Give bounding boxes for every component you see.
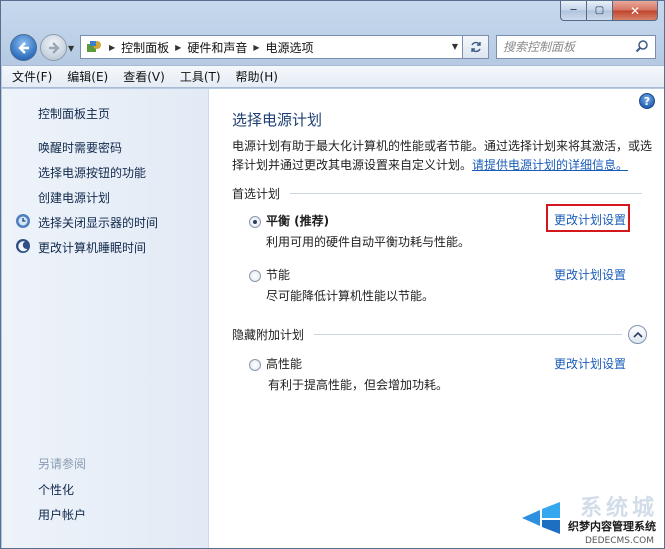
breadcrumb-separator: ▶ [109, 42, 116, 52]
back-button[interactable] [10, 34, 37, 61]
sidebar-home-link[interactable]: 控制面板主页 [38, 105, 110, 122]
refresh-icon [470, 41, 481, 53]
menu-edit[interactable]: 编辑(E) [67, 68, 108, 85]
sidebar-create-plan[interactable]: 创建电源计划 [38, 189, 110, 206]
plan-saver-radio[interactable] [249, 270, 261, 282]
navigation-row: ▼ ▶ 控制面板 ▶ 硬件和声音 ▶ 电源选项 ▼ [1, 31, 664, 63]
collapse-hidden-plans-button[interactable] [628, 325, 647, 344]
sidebar-sleep-time[interactable]: 更改计算机睡眠时间 [38, 239, 146, 256]
display-off-icon [16, 214, 30, 228]
recent-pages-dropdown[interactable]: ▼ [68, 44, 74, 53]
plan-balanced-change-link[interactable]: 更改计划设置 [554, 211, 626, 228]
forward-arrow-icon [48, 41, 60, 54]
group-divider [314, 334, 622, 335]
sleep-moon-icon [16, 239, 30, 253]
chevron-up-icon [632, 331, 643, 338]
watermark: 系统城 织梦内容管理系统 DEDECMS.COM [504, 490, 664, 548]
plan-saver-desc: 尽可能降低计算机性能以节能。 [266, 289, 435, 303]
search-input[interactable] [503, 40, 629, 54]
menu-help[interactable]: 帮助(H) [236, 68, 278, 85]
group-divider [290, 193, 642, 194]
windows-logo-icon [522, 502, 560, 534]
see-also-heading: 另请参阅 [38, 457, 87, 471]
main-panel: ? 选择电源计划 电源计划有助于最大化计算机的性能或者节能。通过选择计划来将其激… [210, 89, 664, 548]
plan-high-performance-desc: 有利于提高性能，但会增加功耗。 [268, 378, 449, 392]
minimize-button[interactable]: ─ [560, 1, 587, 21]
breadcrumb-separator: ▶ [253, 42, 260, 52]
address-bar[interactable]: ▶ 控制面板 ▶ 硬件和声音 ▶ 电源选项 ▼ [80, 35, 463, 59]
address-dropdown-icon[interactable]: ▼ [452, 42, 458, 51]
plan-balanced-desc: 利用可用的硬件自动平衡功耗与性能。 [266, 235, 471, 249]
breadcrumb-power-options[interactable]: 电源选项 [266, 39, 314, 56]
plan-high-performance-radio[interactable] [249, 359, 261, 371]
plan-saver-change-link[interactable]: 更改计划设置 [554, 266, 626, 283]
sidebar-power-buttons[interactable]: 选择电源按钮的功能 [38, 164, 146, 181]
plan-details-link[interactable]: 请提供电源计划的详细信息。 [472, 158, 628, 172]
plan-balanced-name[interactable]: 平衡 (推荐) [266, 212, 329, 229]
plan-high-performance-name[interactable]: 高性能 [266, 355, 302, 372]
plan-balanced-radio[interactable] [249, 216, 261, 228]
control-panel-window: ─ ▢ ✕ ▼ ▶ 控制面板 ▶ 硬件和声音 ▶ 电源选项 ▼ 搜索控制面板 文… [0, 0, 665, 549]
help-icon[interactable]: ? [639, 93, 655, 109]
menu-tools[interactable]: 工具(T) [180, 68, 221, 85]
plan-high-performance-change-link[interactable]: 更改计划设置 [554, 355, 626, 372]
breadcrumb-control-panel[interactable]: 控制面板 [121, 39, 169, 56]
menu-bar: 文件(F) 编辑(E) 查看(V) 工具(T) 帮助(H) [2, 65, 664, 88]
forward-button[interactable] [40, 34, 67, 61]
watermark-domain: DEDECMS.COM [585, 536, 654, 546]
page-description: 电源计划有助于最大化计算机的性能或者节能。通过选择计划来将其激活，或选择计划并通… [232, 137, 652, 175]
close-button[interactable]: ✕ [613, 1, 658, 21]
refresh-button[interactable] [463, 35, 489, 59]
sidebar-wake-password[interactable]: 唤醒时需要密码 [38, 139, 122, 156]
watermark-subtitle: 织梦内容管理系统 [568, 520, 656, 533]
menu-file[interactable]: 文件(F) [12, 68, 52, 85]
breadcrumb-separator: ▶ [175, 42, 182, 52]
search-icon[interactable] [635, 39, 649, 53]
content-area: 控制面板主页 唤醒时需要密码 选择电源按钮的功能 创建电源计划 选择关闭显示器的… [2, 89, 664, 548]
back-arrow-icon [17, 41, 29, 54]
sidebar-display-off-time[interactable]: 选择关闭显示器的时间 [38, 214, 158, 231]
preferred-plans-heading: 首选计划 [232, 187, 281, 201]
control-panel-icon [85, 39, 103, 55]
page-title: 选择电源计划 [232, 111, 323, 129]
sidebar: 控制面板主页 唤醒时需要密码 选择电源按钮的功能 创建电源计划 选择关闭显示器的… [2, 89, 209, 548]
sidebar-personalization[interactable]: 个性化 [38, 481, 74, 498]
window-controls: ─ ▢ ✕ [560, 1, 658, 21]
title-bar: ─ ▢ ✕ [1, 1, 664, 27]
hidden-plans-heading: 隐藏附加计划 [232, 328, 305, 342]
menu-view[interactable]: 查看(V) [123, 68, 165, 85]
breadcrumb-hardware-sound[interactable]: 硬件和声音 [187, 39, 247, 56]
plan-saver-name[interactable]: 节能 [266, 266, 290, 283]
sidebar-user-accounts[interactable]: 用户帐户 [38, 506, 86, 523]
maximize-button[interactable]: ▢ [587, 1, 613, 21]
search-box[interactable] [496, 35, 656, 59]
